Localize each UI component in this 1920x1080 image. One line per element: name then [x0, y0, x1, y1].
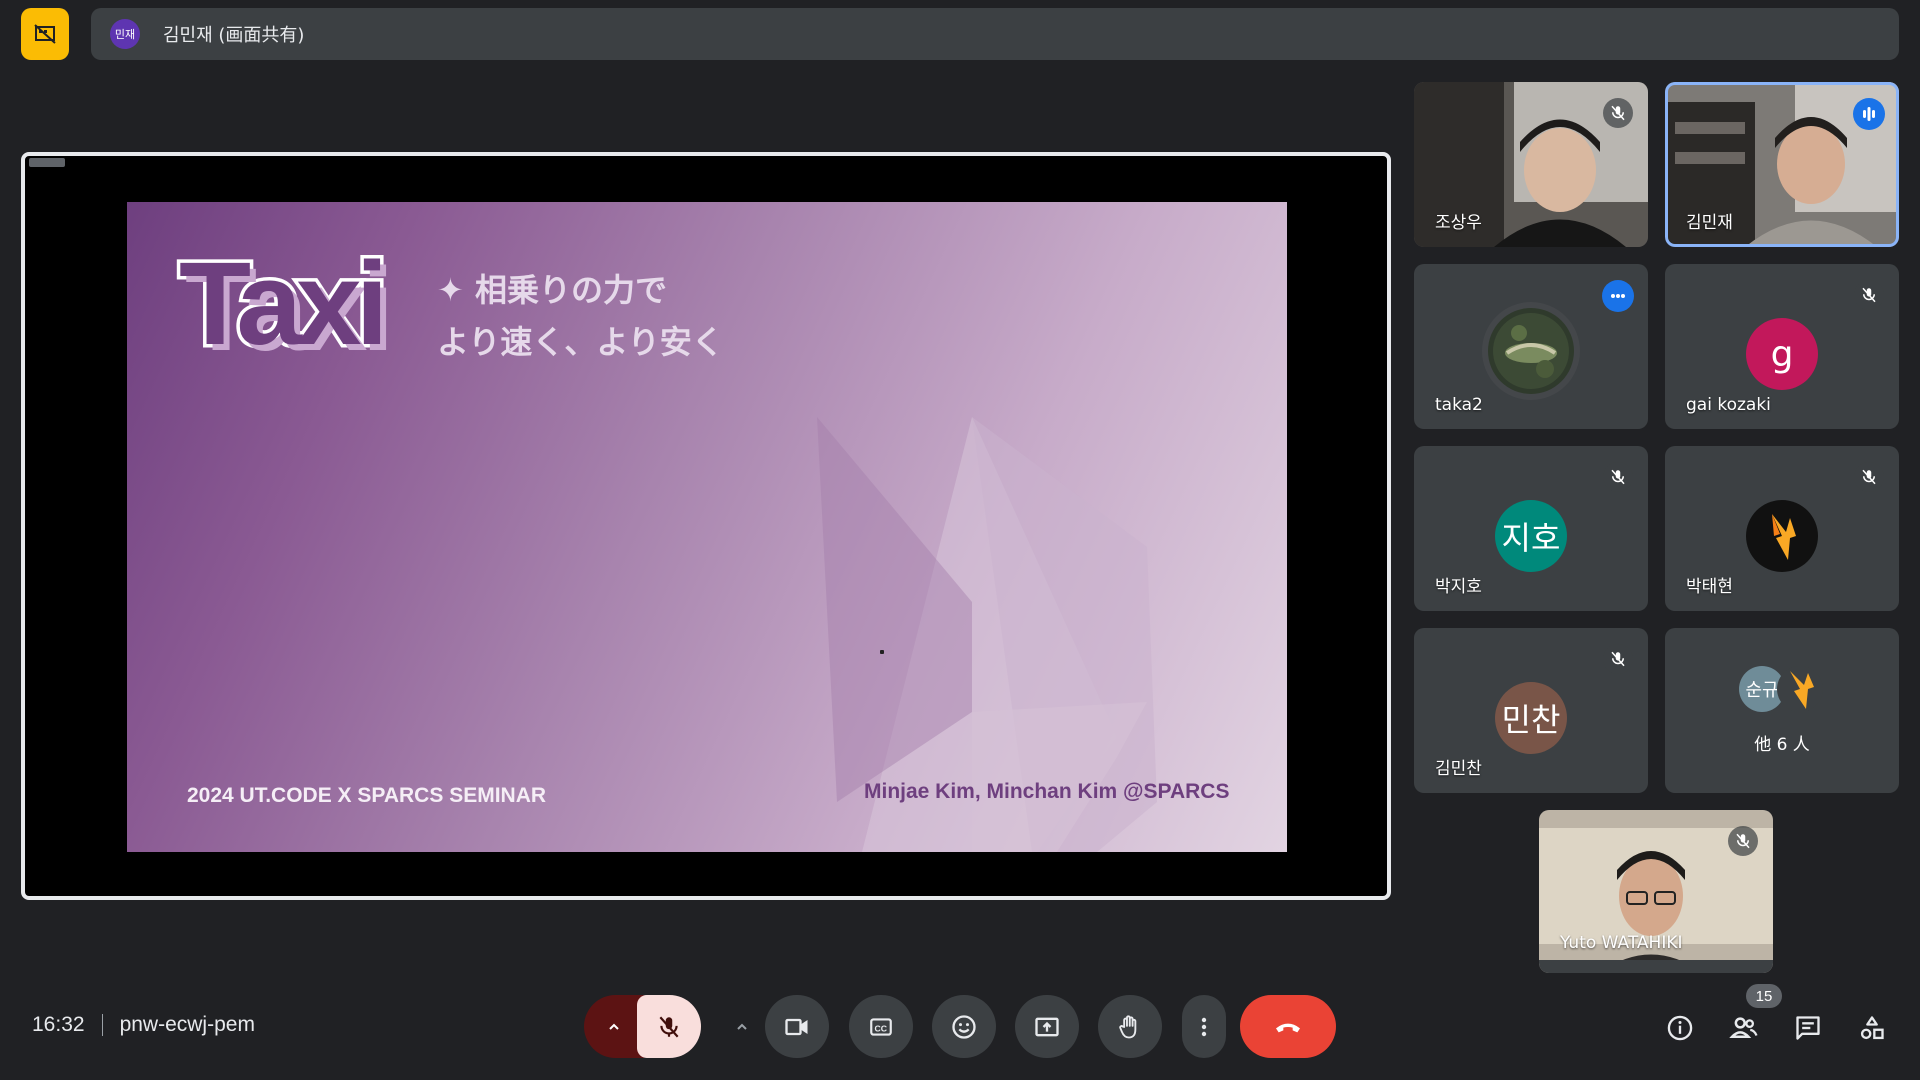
presentation-toggle-button[interactable] [21, 8, 69, 60]
participant-tile[interactable]: 조상우 [1414, 82, 1648, 247]
participant-avatar: g [1746, 318, 1818, 390]
participant-tile[interactable]: taka2 [1414, 264, 1648, 429]
audio-level-icon [1611, 294, 1625, 298]
speaking-indicator [1853, 98, 1885, 130]
taxi-logo: Taxi [175, 238, 391, 370]
shared-screen: Taxi ✦ 相乗りの力で より速く、より安く 2024 UT.CODE X S… [21, 152, 1391, 900]
mic-off-indicator [1603, 644, 1633, 674]
participant-avatar: 지호 [1495, 500, 1567, 572]
present-off-icon [34, 24, 56, 44]
reactions-button[interactable] [932, 995, 996, 1058]
presenter-banner: 민재 김민재 (画面共有) [91, 8, 1899, 60]
participant-avatar [1488, 308, 1574, 394]
participant-tile[interactable]: 민찬 김민찬 [1414, 628, 1648, 793]
participant-name: 김민재 [1686, 213, 1733, 233]
mic-off-icon [659, 1016, 679, 1037]
tagline-line-2: より速く、より安く [437, 323, 724, 361]
raise-hand-icon [1119, 1014, 1137, 1038]
mic-off-indicator [1603, 462, 1633, 492]
participant-avatar: 민찬 [1495, 682, 1567, 754]
participant-name: 박태현 [1686, 577, 1733, 597]
leave-call-button[interactable] [1240, 995, 1336, 1058]
people-icon [1729, 1017, 1758, 1038]
slide-authors: Minjae Kim, Minchan Kim @SPARCS [864, 780, 1230, 803]
more-vert-icon [1201, 1017, 1207, 1036]
participant-avatar [1746, 500, 1818, 572]
presenter-label: 김민재 (画面共有) [163, 25, 305, 46]
emoji-icon [952, 1014, 976, 1039]
chat-button[interactable] [1790, 1010, 1826, 1046]
info-icon [1667, 1015, 1693, 1041]
others-tile[interactable]: 순규 他 6 人 [1665, 628, 1899, 793]
chevron-up-icon [737, 1023, 747, 1030]
captions-button[interactable]: CC [849, 995, 913, 1058]
meeting-code: pnw-ecwj-pem [119, 1013, 255, 1036]
camera-toggle-button[interactable] [765, 995, 829, 1058]
present-icon [1035, 1017, 1059, 1036]
chat-icon [1796, 1016, 1820, 1040]
seminar-title: 2024 UT.CODE X SPARCS SEMINAR [187, 784, 547, 807]
meeting-details-button[interactable] [1662, 1010, 1698, 1046]
participant-tile[interactable]: 김민재 [1665, 82, 1899, 247]
meeting-info: 16:32 pnw-ecwj-pem [32, 1013, 255, 1037]
participant-tile[interactable]: g gai kozaki [1665, 264, 1899, 429]
screen-tab-handle [29, 158, 65, 167]
video-options-button[interactable] [724, 995, 760, 1058]
lightning-logo-icon [1790, 671, 1814, 709]
chevron-up-icon [609, 1023, 619, 1030]
participant-tile[interactable]: 지호 박지호 [1414, 446, 1648, 611]
mic-off-icon [1862, 287, 1876, 303]
participant-name: 박지호 [1435, 577, 1482, 597]
camera-icon [785, 1018, 808, 1035]
mic-off-icon [1611, 469, 1625, 485]
mic-off-icon [1862, 469, 1876, 485]
audio-options-button[interactable] [584, 995, 644, 1058]
svg-text:CC: CC [875, 1023, 888, 1033]
others-logo [1777, 666, 1823, 712]
raise-hand-button[interactable] [1098, 995, 1162, 1058]
avatar-photo [1493, 313, 1569, 389]
divider [101, 1014, 103, 1036]
more-options-button[interactable] [1182, 995, 1226, 1058]
presentation-slide: Taxi ✦ 相乗りの力で より速く、より安く 2024 UT.CODE X S… [127, 202, 1287, 852]
self-view-tile[interactable]: Yuto WATAHIKI [1539, 810, 1773, 973]
activities-icon [1860, 1016, 1884, 1040]
participant-count-badge: 15 [1746, 984, 1782, 1008]
participant-name: taka2 [1435, 395, 1483, 415]
activities-button[interactable] [1854, 1010, 1890, 1046]
end-call-icon [1276, 1023, 1300, 1032]
presenter-avatar: 민재 [110, 19, 140, 49]
mic-off-indicator [1854, 280, 1884, 310]
participant-name: Yuto WATAHIKI [1560, 933, 1683, 953]
mic-off-indicator [1854, 462, 1884, 492]
mouse-pointer [880, 650, 884, 654]
clock: 16:32 [32, 1013, 85, 1036]
lightning-logo-icon [1772, 514, 1796, 560]
participant-tile[interactable]: 박태현 [1665, 446, 1899, 611]
participant-name: 김민찬 [1435, 759, 1482, 779]
mic-off-icon [1611, 651, 1625, 667]
participant-name: gai kozaki [1686, 395, 1771, 415]
microphone-toggle-button[interactable] [637, 995, 701, 1058]
slide-tagline: ✦ 相乗りの力で より速く、より安く [437, 264, 724, 368]
people-button[interactable] [1726, 1010, 1762, 1046]
speaking-indicator [1602, 280, 1634, 312]
mic-off-indicator [1728, 826, 1758, 856]
mic-off-indicator [1603, 98, 1633, 128]
present-screen-button[interactable] [1015, 995, 1079, 1058]
audio-level-icon [1863, 107, 1875, 121]
others-count-label: 他 6 人 [1754, 735, 1810, 755]
captions-icon: CC [870, 1017, 892, 1036]
mic-off-icon [1736, 833, 1750, 849]
mic-off-icon [1611, 105, 1625, 121]
tagline-line-1: ✦ 相乗りの力で [437, 271, 667, 309]
participant-name: 조상우 [1435, 213, 1482, 233]
